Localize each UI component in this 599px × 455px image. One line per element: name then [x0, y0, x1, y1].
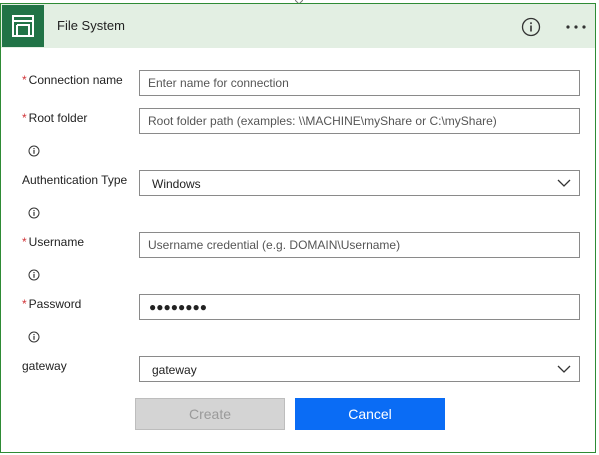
root-folder-info-icon[interactable]	[28, 145, 40, 157]
card-header: File System	[1, 4, 595, 48]
connection-name-label: * Connection name	[22, 73, 123, 87]
required-marker: *	[22, 111, 27, 125]
connection-card: File System *Connection name *Root folde…	[0, 3, 596, 453]
password-label: * Password	[22, 297, 82, 311]
required-marker: *	[22, 297, 27, 311]
password-masked-value: ●●●●●●●●	[149, 300, 207, 314]
chevron-down-icon	[557, 179, 571, 187]
cancel-button[interactable]: Cancel	[295, 398, 445, 430]
auth-type-info-icon[interactable]	[28, 207, 40, 219]
chevron-down-icon	[557, 365, 571, 373]
root-folder-label: * Root folder	[22, 111, 88, 125]
gateway-label: gateway	[22, 359, 67, 373]
auth-type-select[interactable]: Windows	[139, 170, 580, 196]
auth-type-value: Windows	[152, 177, 201, 191]
more-icon[interactable]	[562, 16, 590, 38]
username-info-icon[interactable]	[28, 269, 40, 281]
password-info-icon[interactable]	[28, 331, 40, 343]
info-icon[interactable]	[520, 16, 542, 38]
gateway-value: gateway	[152, 363, 197, 377]
auth-type-label: Authentication Type	[22, 173, 128, 187]
required-marker: *	[22, 73, 27, 87]
file-system-icon	[2, 5, 44, 47]
password-input[interactable]: ●●●●●●●●	[139, 294, 580, 320]
root-folder-input[interactable]	[139, 108, 580, 134]
required-marker: *	[22, 235, 27, 249]
gateway-select[interactable]: gateway	[139, 356, 580, 382]
connection-name-input[interactable]	[139, 70, 580, 96]
username-input[interactable]	[139, 232, 580, 258]
username-label: * Username	[22, 235, 85, 249]
connector-title: File System	[57, 18, 125, 33]
create-button[interactable]: Create	[135, 398, 285, 430]
